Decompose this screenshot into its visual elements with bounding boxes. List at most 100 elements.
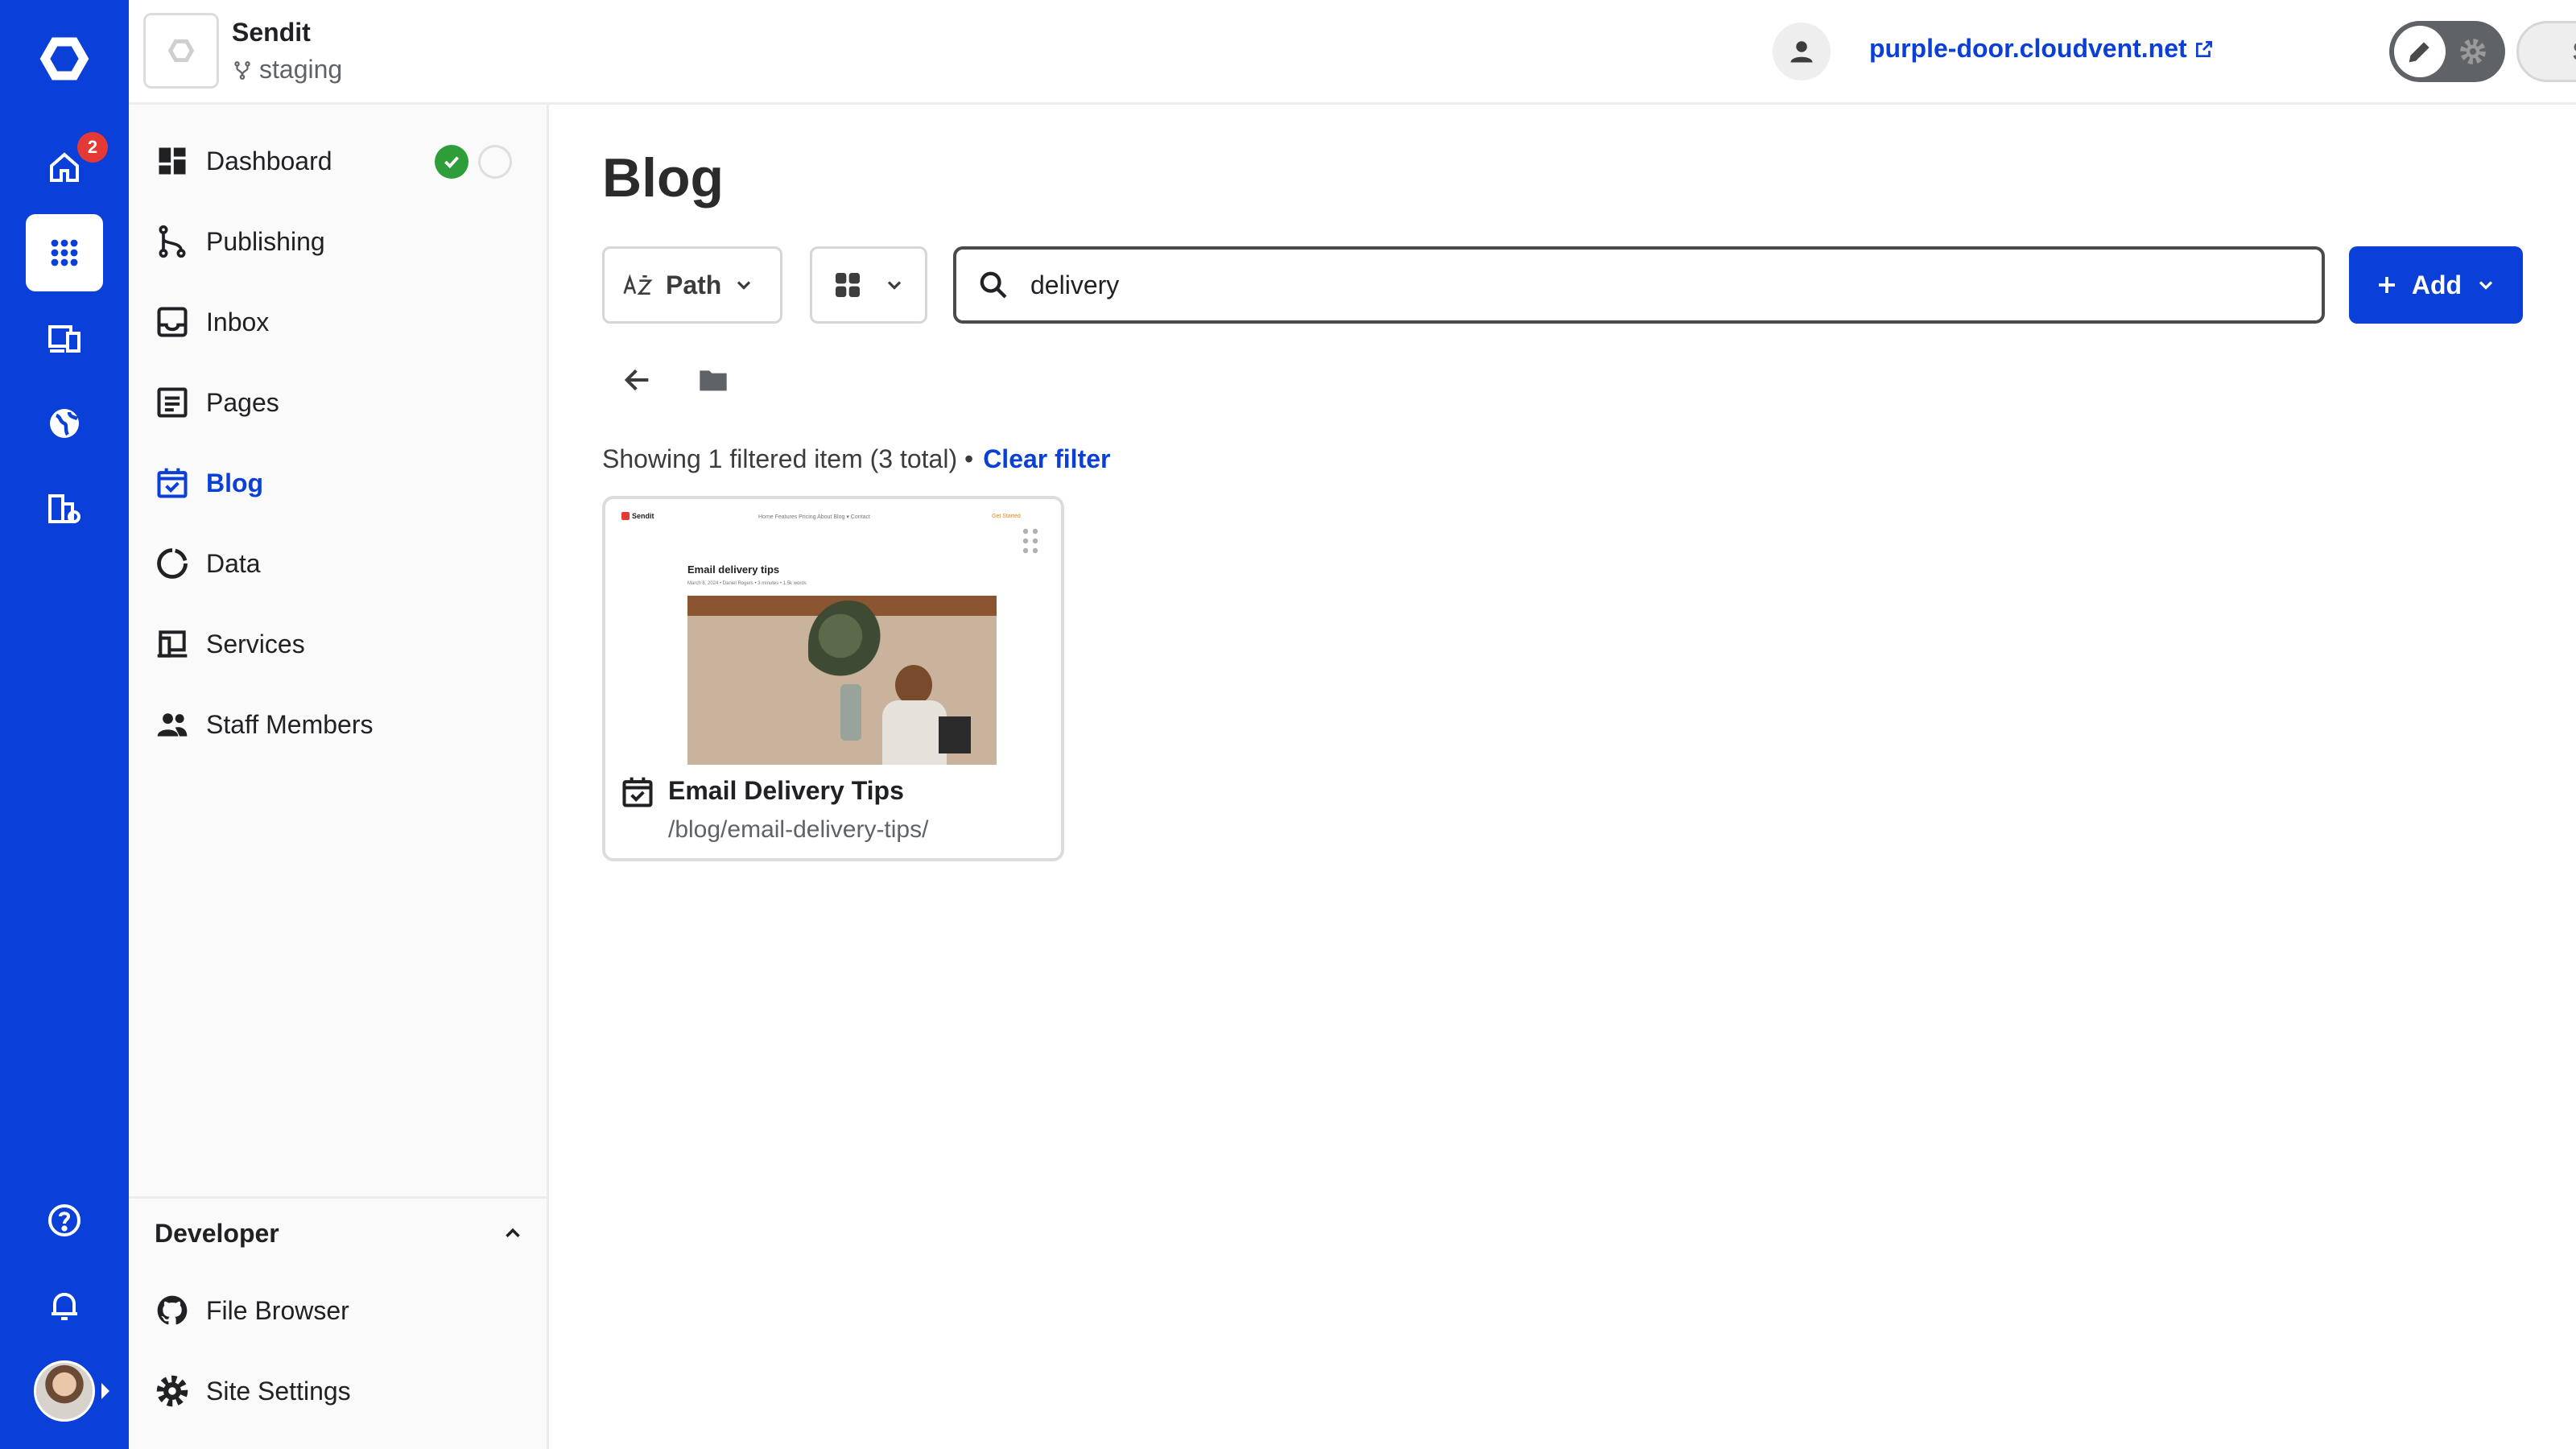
sidebar-item-label: Site Settings (206, 1376, 351, 1406)
devices-icon (48, 325, 80, 353)
sidebar-item-staff-members[interactable]: Staff Members (155, 700, 373, 749)
blog-post-card[interactable]: Sendit Home Features Pricing About Blog … (602, 496, 1064, 861)
view-mode-dropdown[interactable] (810, 246, 927, 324)
preview-meta: March 8, 2024 • Daniel Rogers • 3 minute… (687, 581, 807, 586)
dashboard-icon (159, 147, 186, 175)
chevron-down-icon (887, 281, 902, 290)
sidebar-divider (129, 1196, 549, 1199)
sidebar-item-file-browser[interactable]: File Browser (155, 1286, 349, 1335)
search-icon (980, 271, 1007, 299)
cloudcannon-logo[interactable] (32, 31, 97, 87)
services-icon (157, 630, 188, 658)
apps-button[interactable] (26, 214, 103, 291)
devices-button[interactable] (26, 299, 103, 377)
arrow-left-icon (624, 369, 649, 391)
apps-icon (51, 239, 78, 266)
user-avatar[interactable] (34, 1360, 95, 1422)
sidebar-item-label: Pages (206, 387, 279, 417)
external-link-icon (2195, 40, 2212, 57)
sidebar-item-label: Inbox (206, 307, 270, 336)
page-title: Blog (602, 147, 724, 208)
developer-section-title: Developer (155, 1218, 279, 1248)
save-button[interactable]: Save (2516, 21, 2576, 82)
post-preview-thumbnail: Sendit Home Features Pricing About Blog … (621, 509, 1045, 765)
preview-cta: Get Started (992, 514, 1021, 519)
person-icon (1790, 41, 1813, 63)
search-input[interactable] (1030, 270, 2238, 300)
edit-mode-knob (2394, 26, 2446, 77)
edit-mode-toggle[interactable] (2389, 21, 2505, 82)
sidebar-item-services[interactable]: Services (155, 620, 305, 668)
site-sidebar: Dashboard Publishing Inbox Pages Blog Da… (129, 105, 549, 1449)
sort-dropdown[interactable]: Path (602, 246, 782, 324)
org-settings-icon (48, 494, 80, 523)
site-placeholder-icon (167, 39, 195, 63)
sidebar-item-pages[interactable]: Pages (155, 378, 279, 427)
avatar-menu-caret-icon[interactable] (101, 1383, 109, 1399)
add-button[interactable]: Add (2349, 246, 2523, 324)
branch-icon (234, 60, 250, 80)
sidebar-item-label: Blog (206, 468, 264, 497)
sidebar-item-label: File Browser (206, 1295, 349, 1325)
globe-icon (50, 409, 79, 438)
site-name: Sendit (232, 18, 311, 47)
notification-count-badge: 2 (77, 132, 108, 163)
pages-icon (157, 387, 188, 418)
sidebar-item-blog[interactable]: Blog (155, 459, 263, 507)
sidebar-item-label: Publishing (206, 226, 325, 256)
chevron-up-icon (506, 1228, 520, 1237)
organization-button[interactable] (26, 470, 103, 547)
help-button[interactable] (26, 1182, 103, 1259)
sort-alpha-icon (623, 274, 653, 295)
sidebar-item-label: Dashboard (206, 146, 332, 175)
clear-filter-link[interactable]: Clear filter (983, 444, 1110, 474)
sidebar-item-dashboard[interactable]: Dashboard (155, 137, 332, 185)
main-content: Blog Path Add Showing 1 filtered item (3… (549, 105, 2576, 1449)
sites-button[interactable] (26, 385, 103, 462)
preview-photo (687, 596, 997, 765)
filter-status-text: Showing 1 filtered item (3 total) • (602, 444, 974, 473)
publishing-icon (159, 225, 186, 258)
chevron-down-icon (2479, 281, 2493, 290)
app-rail: 2 (0, 0, 129, 1449)
inbox-icon (157, 307, 188, 337)
sidebar-item-inbox[interactable]: Inbox (155, 298, 269, 346)
site-url-link[interactable]: purple-door.cloudvent.net (1869, 34, 2215, 64)
preview-nav: Home Features Pricing About Blog ▾ Conta… (758, 514, 870, 520)
branch-name: staging (259, 55, 343, 84)
filter-status: Showing 1 filtered item (3 total) • Clea… (602, 444, 1110, 474)
post-title: Email Delivery Tips (668, 776, 904, 805)
sidebar-item-data[interactable]: Data (155, 539, 261, 588)
plus-icon (2378, 277, 2395, 293)
post-path: /blog/email-delivery-tips/ (668, 816, 929, 843)
account-button[interactable] (1773, 23, 1831, 80)
sidebar-item-site-settings[interactable]: Site Settings (155, 1367, 351, 1415)
build-status-pending-icon (478, 145, 512, 179)
gear-icon (2460, 39, 2486, 64)
help-icon (48, 1204, 80, 1236)
drag-handle-icon[interactable] (1021, 526, 1040, 555)
grid-view-icon (836, 273, 860, 297)
blog-icon (157, 468, 188, 498)
sidebar-item-label: Data (206, 548, 261, 578)
sidebar-item-publishing[interactable]: Publishing (155, 217, 325, 266)
home-icon (50, 152, 79, 182)
add-label: Add (2411, 270, 2462, 299)
developer-section-toggle[interactable]: Developer (155, 1209, 525, 1257)
gear-icon (156, 1375, 188, 1407)
notifications-button[interactable] (26, 1267, 103, 1344)
site-thumbnail[interactable] (143, 13, 219, 89)
search-field[interactable] (953, 246, 2325, 324)
data-icon (157, 548, 188, 579)
branch-selector[interactable]: staging (232, 55, 342, 85)
blog-post-icon (622, 777, 653, 807)
staff-icon (157, 713, 188, 737)
build-success-icon (435, 145, 469, 179)
preview-logo: Sendit (621, 512, 654, 520)
pencil-icon (2409, 42, 2429, 63)
back-button[interactable] (615, 357, 660, 402)
folder-button[interactable] (691, 357, 736, 402)
sort-label: Path (666, 270, 722, 299)
chevron-down-icon (737, 281, 751, 290)
folder-icon (700, 370, 727, 391)
